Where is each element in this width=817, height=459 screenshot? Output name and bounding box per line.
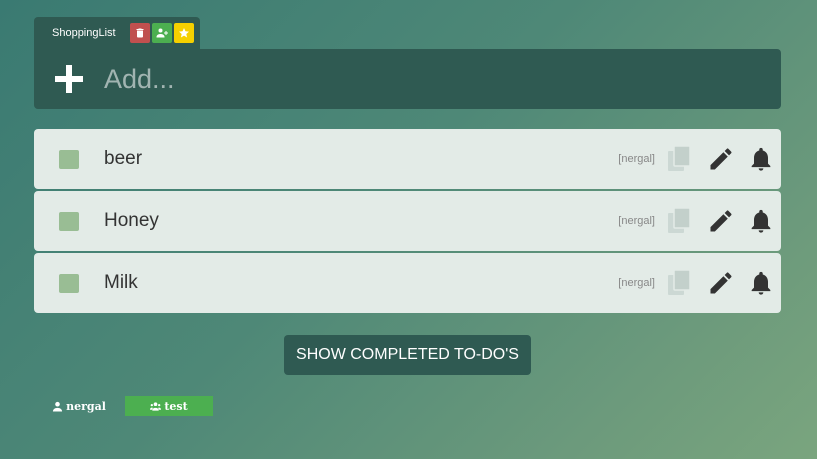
copy-todo-button[interactable] — [666, 207, 694, 235]
todo-text[interactable]: beer — [104, 148, 142, 170]
user-plus-icon — [156, 28, 168, 38]
add-todo-bar — [34, 49, 781, 109]
bell-icon — [751, 209, 771, 233]
favorite-list-button[interactable] — [174, 23, 194, 43]
star-icon — [179, 28, 189, 38]
bell-icon — [751, 147, 771, 171]
todo-checkbox[interactable] — [59, 150, 79, 169]
group-tag[interactable]: test — [125, 396, 213, 416]
reminder-todo-button[interactable] — [747, 207, 775, 235]
copy-todo-button[interactable] — [666, 269, 694, 297]
add-todo-input[interactable] — [104, 63, 744, 95]
pencil-icon — [710, 148, 732, 170]
users-icon — [150, 401, 162, 411]
todo-row: Milk [nergal] — [34, 253, 781, 313]
todo-owner: [nergal] — [618, 153, 655, 165]
todo-text[interactable]: Honey — [104, 210, 159, 232]
reminder-todo-button[interactable] — [747, 269, 775, 297]
trash-icon — [136, 28, 144, 38]
todo-row: beer [nergal] — [34, 129, 781, 189]
copy-icon — [668, 269, 691, 295]
user-icon — [53, 401, 63, 412]
user-tag[interactable]: nergal — [44, 396, 114, 416]
pencil-icon — [710, 272, 732, 294]
list-tab[interactable]: ShoppingList — [34, 17, 200, 49]
reminder-todo-button[interactable] — [747, 145, 775, 173]
todo-checkbox[interactable] — [59, 274, 79, 293]
user-tag-label: nergal — [66, 399, 106, 413]
copy-icon — [668, 145, 691, 171]
list-title[interactable]: ShoppingList — [52, 27, 116, 39]
todo-text[interactable]: Milk — [104, 272, 138, 294]
pencil-icon — [710, 210, 732, 232]
todo-checkbox[interactable] — [59, 212, 79, 231]
copy-todo-button[interactable] — [666, 145, 694, 173]
delete-list-button[interactable] — [130, 23, 150, 43]
bell-icon — [751, 271, 771, 295]
edit-todo-button[interactable] — [707, 269, 735, 297]
plus-icon — [55, 65, 83, 93]
todo-owner: [nergal] — [618, 215, 655, 227]
todo-list: beer [nergal] Honey [nergal] Milk [nerga… — [34, 129, 781, 315]
edit-todo-button[interactable] — [707, 145, 735, 173]
todo-row: Honey [nergal] — [34, 191, 781, 251]
todo-owner: [nergal] — [618, 277, 655, 289]
copy-icon — [668, 207, 691, 233]
add-todo-button[interactable] — [54, 64, 84, 94]
group-tag-label: test — [164, 399, 188, 413]
share-list-button[interactable] — [152, 23, 172, 43]
edit-todo-button[interactable] — [707, 207, 735, 235]
show-completed-button[interactable]: SHOW COMPLETED TO-DO'S — [284, 335, 531, 375]
